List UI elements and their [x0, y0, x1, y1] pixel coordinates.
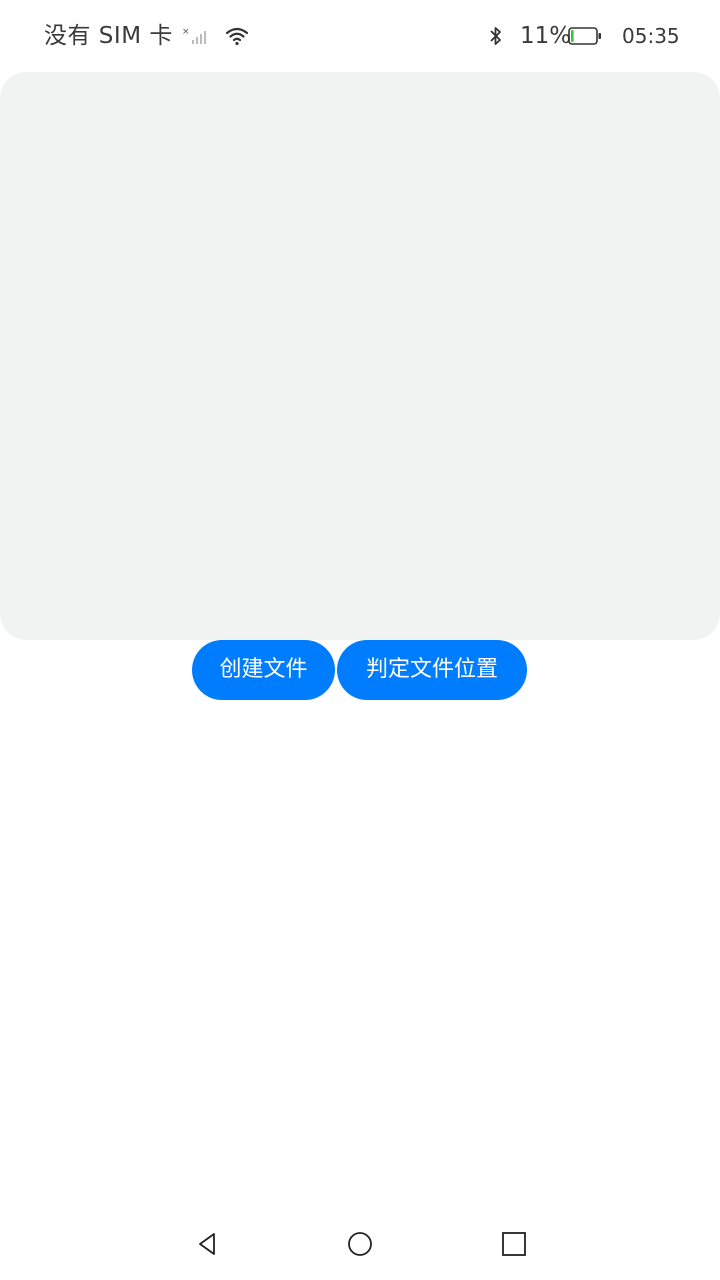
status-bar: 没有 SIM 卡 × 11% 05:35	[0, 0, 720, 72]
carrier-label: 没有 SIM 卡	[44, 23, 173, 49]
svg-text:×: ×	[182, 27, 190, 37]
battery-fill	[571, 30, 574, 42]
signal-icon: ×	[182, 27, 206, 44]
back-icon[interactable]	[194, 1230, 222, 1258]
navigation-bar	[0, 1208, 720, 1280]
clock: 05:35	[622, 24, 680, 48]
battery-percent: 11%	[520, 23, 572, 49]
bluetooth-icon	[490, 27, 501, 45]
screen: 没有 SIM 卡 × 11% 05:35 创建文件 判定文件位置	[0, 0, 720, 1280]
locate-file-button[interactable]: 判定文件位置	[337, 640, 527, 700]
wifi-icon	[226, 27, 248, 46]
content-panel	[0, 72, 720, 640]
home-icon[interactable]	[346, 1230, 374, 1258]
create-file-button[interactable]: 创建文件	[192, 640, 335, 700]
recent-apps-icon[interactable]	[500, 1230, 528, 1258]
battery-icon	[568, 27, 601, 45]
